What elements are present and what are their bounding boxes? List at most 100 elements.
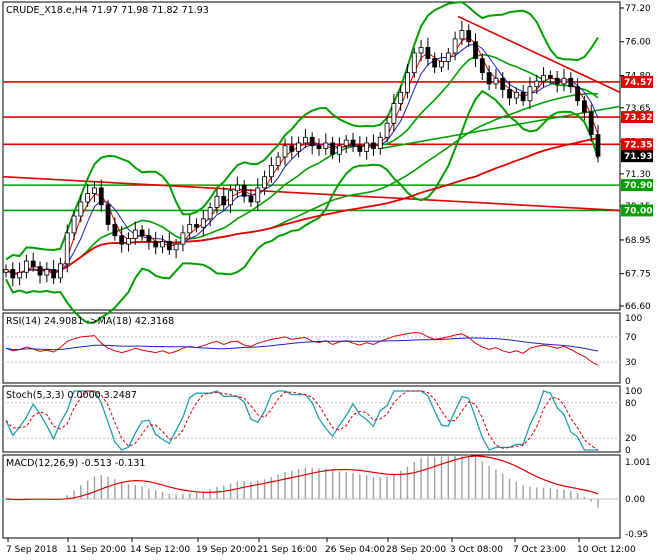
candle-body [78, 201, 84, 217]
candle-body [64, 232, 70, 265]
candle-body [85, 193, 91, 203]
candle-body [411, 52, 417, 74]
candle-body [105, 204, 111, 225]
time-tick-label: 14 Sep 12:00 [130, 545, 190, 555]
candle-body [330, 142, 336, 155]
rsi-tick-label: 0 [625, 377, 631, 387]
candle-body [337, 145, 342, 155]
time-tick-label: 26 Sep 04:00 [325, 545, 385, 555]
level-tag-label-3: 70.90 [624, 181, 652, 191]
candle-body [493, 77, 499, 85]
candle-body [187, 224, 193, 234]
price-tick-label: 67.75 [625, 270, 651, 280]
candle-body [180, 232, 186, 245]
macd-tick-label: 1.001 [625, 458, 651, 468]
candle-body [534, 80, 540, 88]
time-tick-label: 19 Sep 20:00 [196, 545, 256, 555]
rsi-header: RSI(14) 24.9081 ->MA(18) 42.3168 [6, 316, 174, 327]
candle-body [343, 139, 349, 147]
candle-body [527, 86, 533, 102]
candle-body [459, 30, 465, 40]
time-tick-label: 7 Oct 23:00 [513, 545, 566, 555]
candle-body [479, 58, 485, 74]
candle-body [303, 136, 308, 144]
stoch-tick-label: 100 [625, 387, 642, 397]
candle-body [588, 111, 594, 135]
candle-body [500, 77, 506, 90]
candle-body [554, 77, 560, 85]
candle-body [139, 229, 145, 237]
level-tag-label-1: 73.32 [624, 113, 652, 123]
current-price-label: 71.93 [624, 152, 652, 162]
candle-body [255, 187, 261, 203]
candle-body [595, 134, 601, 157]
rsi-tick-label: 70 [625, 333, 637, 343]
candle-body [309, 136, 315, 147]
candle-body [289, 145, 295, 152]
macd-tick-label: 0.00 [625, 495, 645, 505]
candle-body [207, 207, 213, 220]
candle-body [24, 260, 29, 273]
candle-body [17, 271, 23, 279]
candle-body [425, 46, 431, 60]
candle-body [323, 142, 329, 149]
candle-body [51, 269, 57, 279]
candle-body [262, 176, 267, 189]
candle-body [547, 75, 553, 79]
time-tick-label: 7 Sep 2018 [6, 545, 58, 555]
price-header: CRUDE_X18.e,H4 71.97 71.98 71.82 71.93 [6, 5, 209, 16]
candle-body [275, 156, 281, 166]
candle-body [200, 218, 206, 228]
stoch-tick-label: 20 [625, 434, 637, 444]
candle-body [466, 30, 472, 43]
candle-body [132, 229, 138, 239]
candle-body [568, 77, 574, 88]
candle-body [92, 187, 97, 194]
candle-body [214, 195, 220, 209]
price-tick-label: 66.60 [625, 302, 651, 312]
candle-body [146, 235, 152, 242]
candle-body [248, 195, 254, 203]
stoch-tick-label: 0 [625, 446, 631, 456]
candle-body [241, 184, 247, 197]
candle-body [445, 52, 451, 62]
stoch-header: Stoch(5,3,3) 0.0000 3.2487 [6, 390, 137, 401]
price-tick-label: 77.20 [625, 4, 651, 14]
candle-body [282, 145, 288, 158]
candle-body [377, 136, 383, 149]
candle-body [581, 100, 587, 113]
candle-body [432, 58, 438, 68]
candle-body [371, 142, 376, 149]
candle-body [98, 187, 104, 206]
candle-body [507, 89, 512, 99]
candle-body [486, 72, 492, 85]
level-tag-label-2: 72.35 [624, 140, 652, 150]
candle-body [10, 269, 16, 279]
time-tick-label: 10 Oct 12:00 [577, 545, 636, 555]
candle-body [452, 38, 458, 54]
candle-body [194, 224, 199, 228]
candle-body [44, 269, 50, 276]
price-tick-label: 76.00 [625, 38, 651, 48]
candle-body [268, 165, 274, 178]
rsi-tick-label: 30 [625, 358, 637, 368]
candle-body [71, 215, 77, 234]
candle-body [228, 190, 233, 206]
candle-body [58, 263, 63, 279]
price-tick-label: 68.95 [625, 236, 651, 246]
candle-body [357, 145, 363, 152]
stoch-tick-label: 80 [625, 399, 637, 409]
candle-body [350, 139, 356, 147]
candle-body [112, 224, 118, 237]
candle-body [316, 145, 322, 149]
candle-body [513, 91, 519, 99]
time-tick-label: 3 Oct 08:00 [450, 545, 503, 555]
candle-body [30, 260, 36, 268]
rsi-tick-label: 100 [625, 314, 642, 324]
candle-body [391, 103, 397, 124]
candle-body [126, 238, 131, 245]
candle-body [221, 195, 227, 206]
level-tag-label-4: 70.00 [624, 206, 652, 216]
candle-body [296, 142, 301, 152]
candle-body [473, 41, 478, 60]
